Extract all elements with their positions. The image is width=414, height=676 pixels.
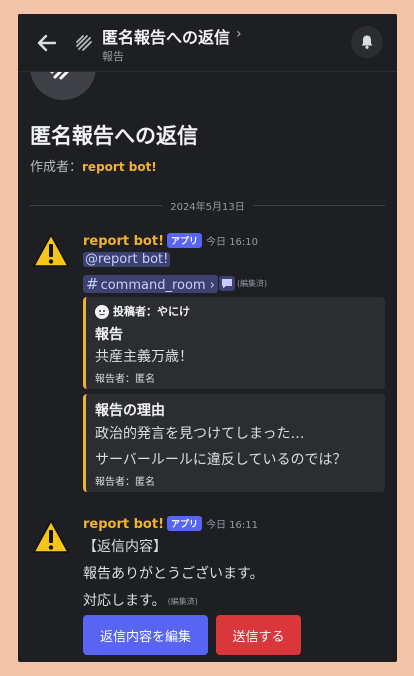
message-line: 【返信内容】 (83, 539, 167, 555)
thread-icon (74, 33, 94, 53)
message-header: report bot! アプリ 今日 16:11 (83, 516, 258, 532)
message-timestamp: 今日 16:10 (206, 237, 259, 248)
report-embed: 投稿者：やにけ 報告 共産主義万歳！ 報告者：匿名 (83, 297, 385, 389)
embed-description-line: 政治的発言を見つけてしまった… (95, 426, 305, 442)
edit-reply-button[interactable]: 返信内容を編集 (83, 615, 208, 655)
hash-icon: # (86, 274, 99, 293)
message-line: 報告ありがとうございます。 (83, 566, 264, 582)
embed-author-name: 投稿者：やにけ (113, 305, 190, 318)
back-arrow-icon[interactable] (34, 30, 60, 56)
thread-title: 匿名報告への返信 (30, 124, 198, 148)
app-tag-badge: アプリ (167, 233, 203, 248)
thread-view: 匿名報告への返信 › 報告 匿名報告への返信 作成者：report bot! 2… (18, 14, 397, 662)
embed-title: 報告 (95, 327, 123, 343)
embed-description-line: サーバールールに違反しているのでは？ (95, 452, 347, 468)
creator-name[interactable]: report bot! (82, 160, 157, 174)
embed-footer: 報告者：匿名 (95, 374, 155, 385)
date-divider-text: 2024年5月13日 (162, 202, 253, 213)
message-author[interactable]: report bot! (83, 517, 164, 532)
message-header: report bot! アプリ 今日 16:10 (83, 233, 258, 249)
message-line-text: 対応します。 (83, 593, 166, 609)
edited-label: (編集済) (236, 279, 268, 288)
embed-author-avatar (95, 305, 109, 319)
channel-name: command_room (100, 277, 206, 293)
message-line: 対応します。 (編集済) (83, 590, 198, 610)
message-timestamp: 今日 16:11 (206, 520, 259, 531)
channel-link-row: # command_room › (編集済) (83, 273, 268, 293)
embed-author: 投稿者：やにけ (95, 303, 190, 319)
embed-footer: 報告者：匿名 (95, 477, 155, 488)
warning-avatar-icon[interactable] (32, 518, 70, 556)
user-mention[interactable]: @report bot! (83, 252, 171, 267)
header-subtitle[interactable]: 報告 (102, 48, 124, 64)
reason-embed: 報告の理由 政治的発言を見つけてしまった… サーバールールに違反しているのでは？… (83, 394, 385, 492)
chevron-right-icon: › (209, 277, 215, 293)
edited-label: (編集済) (167, 596, 198, 606)
bell-icon (361, 35, 373, 49)
thread-header: 匿名報告への返信 › 報告 (18, 14, 397, 72)
creator-label: 作成者： (30, 160, 83, 175)
chevron-right-icon[interactable]: › (236, 26, 242, 42)
embed-title: 報告の理由 (95, 403, 165, 419)
channel-mention[interactable]: # command_room › (83, 274, 218, 293)
send-button[interactable]: 送信する (216, 615, 301, 655)
header-title[interactable]: 匿名報告への返信 (102, 24, 230, 48)
date-divider: 2024年5月13日 (30, 197, 385, 213)
chat-bubble-icon[interactable] (218, 276, 235, 291)
embed-description: 共産主義万歳！ (95, 349, 193, 365)
warning-avatar-icon[interactable] (32, 232, 70, 270)
message-author[interactable]: report bot! (83, 234, 164, 249)
app-tag-badge: アプリ (167, 516, 203, 531)
notification-bell-button[interactable] (351, 26, 383, 58)
thread-creator: 作成者：report bot! (30, 156, 157, 175)
